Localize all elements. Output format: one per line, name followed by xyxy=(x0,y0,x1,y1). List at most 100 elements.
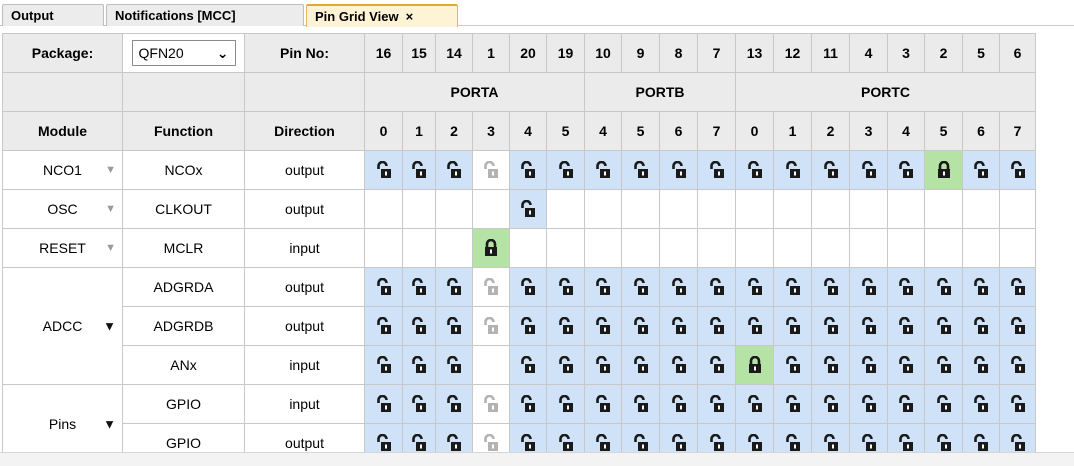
pin-cell[interactable] xyxy=(584,306,622,346)
pin-cell[interactable] xyxy=(472,150,510,190)
module-cell[interactable]: ADCC ▼ xyxy=(2,267,123,385)
chevron-down-icon[interactable]: ▼ xyxy=(103,416,116,431)
pin-cell[interactable] xyxy=(773,306,812,346)
pin-cell[interactable] xyxy=(472,267,510,307)
pin-cell[interactable] xyxy=(509,345,547,385)
pin-cell[interactable] xyxy=(773,384,812,424)
pin-cell[interactable] xyxy=(364,267,403,307)
pin-cell[interactable] xyxy=(472,306,510,346)
pin-cell[interactable] xyxy=(962,345,1000,385)
pin-cell[interactable] xyxy=(546,384,585,424)
module-cell[interactable]: RESET ▼ xyxy=(2,228,123,268)
pin-cell[interactable] xyxy=(735,384,774,424)
close-icon[interactable]: × xyxy=(406,9,414,24)
pin-cell[interactable] xyxy=(924,150,963,190)
pin-cell[interactable] xyxy=(697,267,736,307)
pin-cell[interactable] xyxy=(735,345,774,385)
pin-cell[interactable] xyxy=(402,267,436,307)
tab-pin-grid-view[interactable]: Pin Grid View × xyxy=(306,4,458,27)
pin-cell[interactable] xyxy=(364,306,403,346)
pin-cell[interactable] xyxy=(546,345,585,385)
pin-cell[interactable] xyxy=(509,150,547,190)
pin-cell[interactable] xyxy=(773,345,812,385)
pin-cell[interactable] xyxy=(735,150,774,190)
pin-cell[interactable] xyxy=(435,267,473,307)
pin-cell[interactable] xyxy=(402,150,436,190)
pin-cell[interactable] xyxy=(962,306,1000,346)
pin-cell[interactable] xyxy=(999,306,1036,346)
pin-cell[interactable] xyxy=(811,150,850,190)
chevron-down-icon[interactable]: ▼ xyxy=(105,242,116,254)
pin-cell[interactable] xyxy=(849,345,888,385)
pin-cell[interactable] xyxy=(364,384,403,424)
pin-cell[interactable] xyxy=(849,384,888,424)
pin-cell[interactable] xyxy=(659,306,698,346)
pin-cell[interactable] xyxy=(509,306,547,346)
pin-cell[interactable] xyxy=(402,345,436,385)
pin-cell[interactable] xyxy=(962,384,1000,424)
module-cell[interactable]: NCO1 ▼ xyxy=(2,150,123,190)
pin-cell[interactable] xyxy=(811,267,850,307)
pin-cell[interactable] xyxy=(546,306,585,346)
pin-cell[interactable] xyxy=(999,267,1036,307)
pin-cell[interactable] xyxy=(999,345,1036,385)
pin-cell[interactable] xyxy=(924,384,963,424)
pin-cell[interactable] xyxy=(773,150,812,190)
pin-cell[interactable] xyxy=(659,384,698,424)
pin-cell[interactable] xyxy=(621,384,660,424)
pin-cell[interactable] xyxy=(659,345,698,385)
pin-cell[interactable] xyxy=(697,384,736,424)
pin-cell[interactable] xyxy=(435,306,473,346)
pin-cell[interactable] xyxy=(924,267,963,307)
pin-cell[interactable] xyxy=(472,228,510,268)
pin-cell[interactable] xyxy=(584,150,622,190)
pin-cell[interactable] xyxy=(435,384,473,424)
module-cell[interactable]: OSC ▼ xyxy=(2,189,123,229)
pin-cell[interactable] xyxy=(659,267,698,307)
pin-cell[interactable] xyxy=(849,306,888,346)
pin-cell[interactable] xyxy=(999,150,1036,190)
pin-cell[interactable] xyxy=(811,345,850,385)
pin-cell[interactable] xyxy=(849,267,888,307)
module-cell[interactable]: Pins ▼ xyxy=(2,384,123,463)
pin-cell[interactable] xyxy=(621,150,660,190)
pin-cell[interactable] xyxy=(849,150,888,190)
pin-cell[interactable] xyxy=(402,384,436,424)
pin-cell[interactable] xyxy=(509,267,547,307)
pin-cell[interactable] xyxy=(659,150,698,190)
tab-output[interactable]: Output xyxy=(2,4,104,26)
pin-cell[interactable] xyxy=(697,306,736,346)
pin-cell[interactable] xyxy=(962,267,1000,307)
pin-cell[interactable] xyxy=(924,306,963,346)
pin-cell[interactable] xyxy=(621,345,660,385)
pin-cell[interactable] xyxy=(735,306,774,346)
pin-cell[interactable] xyxy=(999,384,1036,424)
pin-cell[interactable] xyxy=(697,150,736,190)
pin-cell[interactable] xyxy=(546,267,585,307)
pin-cell[interactable] xyxy=(364,150,403,190)
chevron-down-icon[interactable]: ▼ xyxy=(103,319,116,334)
pin-cell[interactable] xyxy=(584,345,622,385)
pin-cell[interactable] xyxy=(509,189,547,229)
pin-cell[interactable] xyxy=(735,267,774,307)
pin-cell[interactable] xyxy=(773,267,812,307)
pin-cell[interactable] xyxy=(811,306,850,346)
pin-cell[interactable] xyxy=(546,150,585,190)
pin-cell[interactable] xyxy=(584,384,622,424)
pin-cell[interactable] xyxy=(509,384,547,424)
pin-cell[interactable] xyxy=(621,306,660,346)
pin-cell[interactable] xyxy=(584,267,622,307)
pin-cell[interactable] xyxy=(435,150,473,190)
pin-cell[interactable] xyxy=(887,267,925,307)
chevron-down-icon[interactable]: ▼ xyxy=(105,164,116,176)
pin-cell[interactable] xyxy=(364,345,403,385)
pin-cell[interactable] xyxy=(811,384,850,424)
pin-cell[interactable] xyxy=(402,306,436,346)
pin-cell[interactable] xyxy=(435,345,473,385)
pin-cell[interactable] xyxy=(887,150,925,190)
pin-cell[interactable] xyxy=(472,384,510,424)
pin-cell[interactable] xyxy=(962,150,1000,190)
pin-cell[interactable] xyxy=(887,306,925,346)
pin-cell[interactable] xyxy=(621,267,660,307)
tab-notifications[interactable]: Notifications [MCC] xyxy=(106,4,304,26)
